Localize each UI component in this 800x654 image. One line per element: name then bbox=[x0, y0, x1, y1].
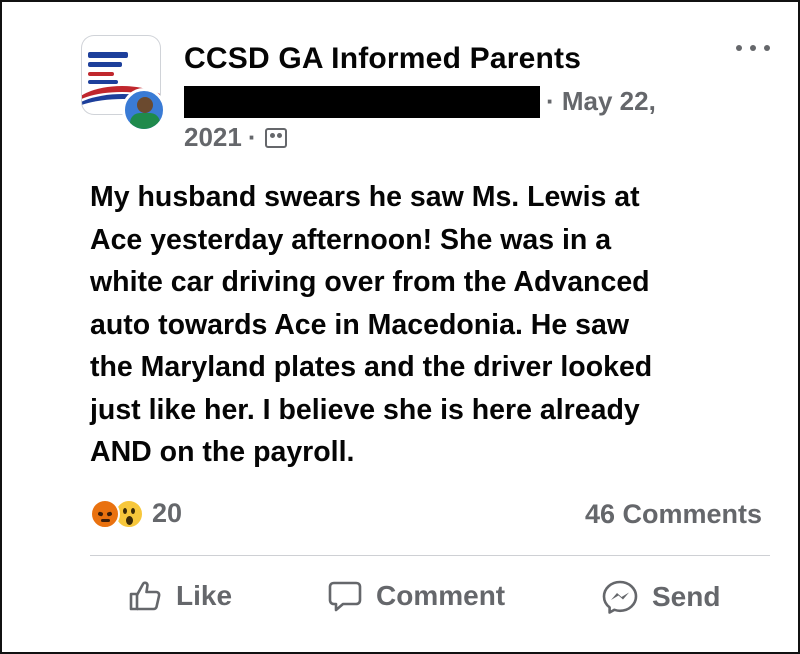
post-card: CCSD GA Informed Parents · May 22, 2021 … bbox=[0, 0, 800, 654]
avatar-head bbox=[137, 97, 153, 113]
group-name-link[interactable]: CCSD GA Informed Parents bbox=[184, 42, 581, 76]
date-separator: · bbox=[247, 122, 257, 152]
send-button[interactable]: Send bbox=[602, 580, 720, 614]
like-button[interactable]: Like bbox=[128, 580, 232, 612]
post-body: My husband swears he saw Ms. Lewis at Ac… bbox=[90, 176, 770, 474]
thumbs-up-icon bbox=[129, 581, 161, 611]
post-body-line: auto towards Ace in Macedonia. He saw bbox=[90, 308, 629, 341]
divider bbox=[90, 555, 770, 556]
post-body-line: the Maryland plates and the driver looke… bbox=[90, 351, 653, 383]
messenger-icon bbox=[602, 580, 638, 614]
group-privacy-icon[interactable] bbox=[264, 127, 287, 148]
post-date-year[interactable]: 2021 bbox=[184, 122, 242, 153]
logo-text-bar bbox=[88, 72, 114, 76]
post-body-line: AND on the payroll. bbox=[90, 436, 355, 468]
comments-count-link[interactable]: 46 Comments bbox=[585, 499, 762, 530]
post-body-line: My husband swears he saw Ms. Lewis at bbox=[90, 181, 640, 213]
reactions-summary[interactable]: 20 bbox=[90, 498, 182, 529]
post-body-line: just like her. I believe she is here alr… bbox=[90, 393, 640, 426]
dot bbox=[736, 45, 742, 51]
avatar-group[interactable] bbox=[82, 36, 168, 132]
post-date-line2: 2021 · bbox=[184, 122, 287, 153]
dot bbox=[750, 45, 756, 51]
logo-text-bar bbox=[88, 62, 122, 67]
avatar[interactable] bbox=[122, 88, 166, 132]
angry-reaction-icon bbox=[90, 498, 120, 529]
more-options-icon[interactable] bbox=[736, 40, 770, 56]
post-body-line: white car driving over from the Advanced bbox=[90, 266, 650, 298]
logo-text-bar bbox=[88, 52, 128, 58]
comment-button[interactable]: Comment bbox=[328, 580, 505, 612]
like-label: Like bbox=[176, 580, 233, 611]
logo-text-bar bbox=[88, 80, 118, 84]
post-date-part1[interactable]: · May 22, bbox=[546, 86, 656, 117]
comment-label: Comment bbox=[376, 580, 506, 611]
send-label: Send bbox=[652, 581, 721, 612]
redacted-author-name bbox=[184, 86, 540, 118]
speech-bubble-icon bbox=[328, 581, 362, 612]
post-body-line: Ace yesterday afternoon! She was in a bbox=[90, 223, 612, 256]
dot bbox=[764, 45, 770, 51]
reaction-count: 20 bbox=[152, 498, 183, 528]
avatar-torso bbox=[130, 113, 160, 129]
